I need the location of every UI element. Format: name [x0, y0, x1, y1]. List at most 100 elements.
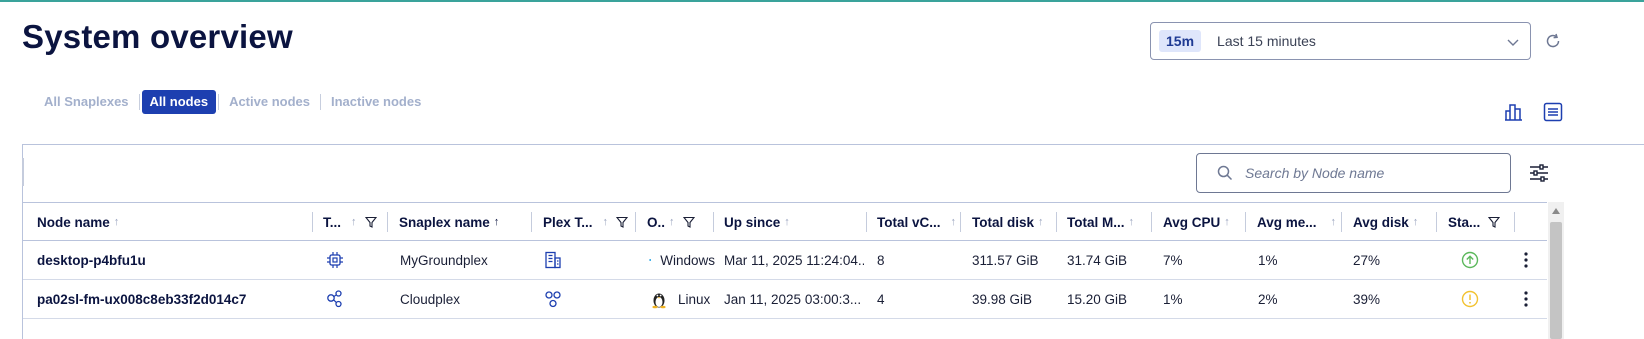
column-header-total-memory[interactable]: Total M... ↑ — [1067, 203, 1134, 241]
refresh-icon[interactable] — [1544, 32, 1562, 50]
column-header-type[interactable]: T... ↑ — [323, 203, 377, 241]
search-icon — [1217, 165, 1233, 181]
column-header-avg-disk[interactable]: Avg disk ↑ — [1353, 203, 1418, 241]
node-tabs: All Snaplexes All nodes Active nodes Ina… — [36, 90, 429, 114]
column-divider[interactable] — [866, 212, 867, 232]
filter-icon[interactable] — [364, 216, 377, 228]
snaplex-name-cell: Cloudplex — [400, 291, 461, 307]
panel-divider — [22, 158, 24, 186]
tab-all-nodes[interactable]: All nodes — [141, 90, 217, 114]
status-warning-icon — [1461, 290, 1479, 308]
column-label: Total M... — [1067, 214, 1125, 230]
more-vertical-icon — [1524, 291, 1528, 307]
row-menu-button[interactable] — [1523, 280, 1529, 318]
column-header-os[interactable]: O.. ↑ — [647, 203, 695, 241]
chevron-down-icon — [1507, 39, 1519, 46]
tab-active-nodes[interactable]: Active nodes — [221, 90, 318, 114]
column-divider[interactable] — [531, 212, 532, 232]
column-divider[interactable] — [960, 212, 961, 232]
top-accent-line — [0, 0, 1644, 2]
column-label: Node name — [37, 214, 110, 230]
table-row[interactable]: pa02sl-fm-ux008c8eb33f2d014c7 Cloudplex … — [23, 280, 1547, 319]
scroll-up-icon[interactable] — [1552, 208, 1560, 214]
total-vcpu-cell: 8 — [877, 252, 885, 268]
more-vertical-icon — [1524, 252, 1528, 268]
column-header-avg-cpu[interactable]: Avg CPU ↑ — [1163, 203, 1230, 241]
windows-icon — [649, 259, 652, 261]
column-header-node-name[interactable]: Node name ↑ — [37, 203, 119, 241]
node-name-cell[interactable]: pa02sl-fm-ux008c8eb33f2d014c7 — [37, 280, 246, 318]
cloudplex-icon — [545, 291, 561, 308]
search-input[interactable] — [1245, 165, 1495, 181]
sort-arrow-icon: ↑ — [1330, 216, 1337, 228]
total-disk-cell: 311.57 GiB — [972, 252, 1039, 268]
time-range-label: Last 15 minutes — [1217, 33, 1316, 49]
filter-icon[interactable] — [1488, 216, 1501, 228]
total-vcpu-cell: 4 — [877, 291, 885, 307]
column-divider[interactable] — [713, 212, 714, 232]
chip-icon — [327, 252, 343, 268]
column-header-avg-memory[interactable]: Avg me... ↑ — [1257, 203, 1336, 241]
column-header-total-vcpu[interactable]: Total vC... ↑ — [877, 203, 956, 241]
sort-arrow-icon: ↑ — [1412, 216, 1419, 228]
os-label: Linux — [678, 291, 711, 307]
column-header-total-disk[interactable]: Total disk ↑ — [972, 203, 1044, 241]
table-row[interactable]: desktop-p4bfu1u MyGroundplex Windows Mar… — [23, 241, 1547, 280]
column-divider[interactable] — [635, 212, 636, 232]
column-header-status[interactable]: Sta... — [1448, 203, 1501, 241]
linux-icon — [652, 293, 666, 309]
column-label: Plex T... — [543, 214, 593, 230]
os-label: Windows — [660, 252, 715, 268]
sort-arrow-icon: ↑ — [113, 216, 120, 228]
time-range-select[interactable]: 15m Last 15 minutes — [1150, 22, 1531, 60]
avg-disk-cell: 27% — [1353, 252, 1381, 268]
filter-icon[interactable] — [682, 216, 695, 228]
column-divider[interactable] — [1341, 212, 1342, 232]
column-divider[interactable] — [1151, 212, 1152, 232]
sort-arrow-icon: ↑ — [493, 216, 500, 228]
column-label: O.. — [647, 214, 666, 230]
column-settings-icon[interactable] — [1528, 162, 1550, 184]
column-label: Total disk — [972, 214, 1035, 230]
up-since-cell: Mar 11, 2025 11:24:04... — [724, 252, 864, 268]
total-memory-cell: 15.20 GiB — [1067, 291, 1128, 307]
status-cell — [1460, 241, 1480, 279]
column-header-up-since[interactable]: Up since ↑ — [724, 203, 790, 241]
row-menu-button[interactable] — [1523, 241, 1529, 279]
status-cell — [1460, 280, 1480, 318]
column-header-snaplex-name[interactable]: Snaplex name ↑ — [399, 203, 499, 241]
sort-arrow-icon: ↑ — [669, 216, 675, 228]
avg-cpu-cell: 7% — [1163, 252, 1183, 268]
list-view-icon[interactable] — [1542, 101, 1564, 123]
tab-all-snaplexes[interactable]: All Snaplexes — [36, 90, 137, 114]
column-divider[interactable] — [1514, 212, 1515, 232]
page-title: System overview — [22, 18, 293, 55]
total-memory-cell: 31.74 GiB — [1067, 252, 1128, 268]
chart-view-icon[interactable] — [1503, 101, 1525, 123]
table-header: Node name ↑ T... ↑ Snaplex name ↑ Plex T...… — [23, 202, 1547, 241]
sort-arrow-icon: ↑ — [1224, 216, 1230, 228]
filter-icon[interactable] — [616, 216, 629, 228]
column-label: Total vC... — [877, 214, 941, 230]
column-divider[interactable] — [312, 212, 313, 232]
type-cell — [325, 280, 345, 318]
column-divider[interactable] — [1436, 212, 1437, 232]
snaplex-name-cell: MyGroundplex — [400, 252, 488, 268]
scrollbar-thumb[interactable] — [1550, 222, 1562, 339]
status-up-icon — [1461, 251, 1479, 269]
column-label: Up since — [724, 214, 781, 230]
column-divider[interactable] — [387, 212, 388, 232]
column-divider[interactable] — [1056, 212, 1057, 232]
search-box — [1196, 153, 1511, 193]
tab-inactive-nodes[interactable]: Inactive nodes — [323, 90, 429, 114]
column-header-plex-type[interactable]: Plex T... ↑ — [543, 203, 629, 241]
time-range-badge: 15m — [1159, 30, 1202, 52]
node-name-cell[interactable]: desktop-p4bfu1u — [37, 241, 146, 279]
building-icon — [545, 251, 561, 269]
column-divider[interactable] — [1245, 212, 1246, 232]
sort-arrow-icon: ↑ — [950, 216, 957, 228]
sort-arrow-icon: ↑ — [1038, 216, 1044, 228]
tab-divider — [138, 94, 140, 110]
sort-arrow-icon: ↑ — [351, 216, 357, 228]
avg-disk-cell: 39% — [1353, 291, 1381, 307]
